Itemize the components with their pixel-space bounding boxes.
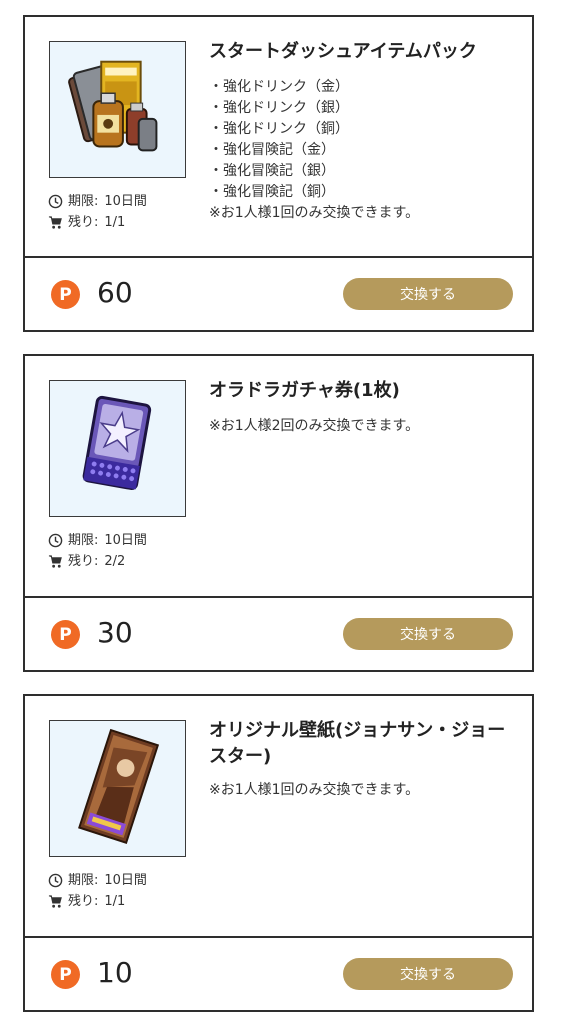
item-card: 期限: 10日間 残り: 2/2 オラドラガチャ券(1枚) ※お1人様2回のみ交…	[23, 354, 534, 672]
point-coin-icon: P	[51, 620, 80, 649]
exchange-button[interactable]: 交換する	[343, 958, 513, 990]
point-cost: 30	[97, 616, 133, 649]
exchange-limit-note: ※お1人様2回のみ交換できます。	[209, 418, 420, 434]
item-card: 期限: 10日間 残り: 1/1 スタートダッシュアイテムパック ・強化ドリンク…	[23, 15, 534, 332]
item-description: ※お1人様1回のみ交換できます。	[209, 780, 522, 801]
content-line: ・強化ドリンク（銅）	[209, 121, 349, 137]
item-description: ・強化ドリンク（金） ・強化ドリンク（銀） ・強化ドリンク（銅） ・強化冒険記（…	[209, 77, 522, 224]
period-label: 期限:	[68, 873, 99, 888]
point-cost: 10	[97, 956, 133, 989]
item-image-gacha-ticket	[49, 380, 186, 517]
item-card-body: 期限: 10日間 残り: 2/2 オラドラガチャ券(1枚) ※お1人様2回のみ交…	[25, 356, 532, 598]
item-meta: 期限: 10日間 残り: 2/2	[48, 530, 147, 572]
item-image-drink-pack	[49, 41, 186, 178]
remaining-label: 残り:	[68, 894, 99, 909]
clock-icon	[48, 194, 63, 209]
period-value: 10日間	[104, 533, 147, 548]
remaining-row: 残り: 1/1	[48, 212, 147, 233]
point-coin-icon: P	[51, 960, 80, 989]
item-title: オラドラガチャ券(1枚)	[209, 380, 400, 401]
cart-icon	[48, 216, 62, 229]
item-image-wallpaper	[49, 720, 186, 857]
period-row: 期限: 10日間	[48, 870, 147, 891]
content-line: ・強化冒険記（金）	[209, 142, 335, 158]
remaining-row: 残り: 2/2	[48, 551, 147, 572]
remaining-label: 残り:	[68, 554, 99, 569]
item-card-footer: P 60 交換する	[25, 258, 532, 330]
period-row: 期限: 10日間	[48, 530, 147, 551]
remaining-value: 2/2	[104, 554, 126, 569]
period-label: 期限:	[68, 194, 99, 209]
content-line: ・強化ドリンク（金）	[209, 79, 349, 95]
point-coin-icon: P	[51, 280, 80, 309]
item-card-footer: P 30 交換する	[25, 598, 532, 670]
item-title: オリジナル壁紙(ジョナサン・ジョースター)	[209, 720, 506, 767]
item-title: スタートダッシュアイテムパック	[209, 41, 477, 62]
item-card: 期限: 10日間 残り: 1/1 オリジナル壁紙(ジョナサン・ジョースター) ※…	[23, 694, 534, 1012]
period-row: 期限: 10日間	[48, 191, 147, 212]
remaining-value: 1/1	[104, 215, 126, 230]
exchange-limit-note: ※お1人様1回のみ交換できます。	[209, 782, 420, 798]
cart-icon	[48, 895, 62, 908]
content-line: ・強化ドリンク（銀）	[209, 100, 349, 116]
item-meta: 期限: 10日間 残り: 1/1	[48, 191, 147, 233]
cart-icon	[48, 555, 62, 568]
item-card-body: 期限: 10日間 残り: 1/1 オリジナル壁紙(ジョナサン・ジョースター) ※…	[25, 696, 532, 938]
period-value: 10日間	[104, 873, 147, 888]
remaining-label: 残り:	[68, 215, 99, 230]
period-label: 期限:	[68, 533, 99, 548]
point-cost: 60	[97, 276, 133, 309]
exchange-limit-note: ※お1人様1回のみ交換できます。	[209, 205, 420, 221]
exchange-button[interactable]: 交換する	[343, 278, 513, 310]
item-card-body: 期限: 10日間 残り: 1/1 スタートダッシュアイテムパック ・強化ドリンク…	[25, 17, 532, 258]
clock-icon	[48, 873, 63, 888]
content-line: ・強化冒険記（銅）	[209, 184, 335, 200]
period-value: 10日間	[104, 194, 147, 209]
remaining-row: 残り: 1/1	[48, 891, 147, 912]
exchange-button[interactable]: 交換する	[343, 618, 513, 650]
item-description: ※お1人様2回のみ交換できます。	[209, 416, 522, 437]
remaining-value: 1/1	[104, 894, 126, 909]
content-line: ・強化冒険記（銀）	[209, 163, 335, 179]
clock-icon	[48, 533, 63, 548]
item-card-footer: P 10 交換する	[25, 938, 532, 1010]
item-meta: 期限: 10日間 残り: 1/1	[48, 870, 147, 912]
